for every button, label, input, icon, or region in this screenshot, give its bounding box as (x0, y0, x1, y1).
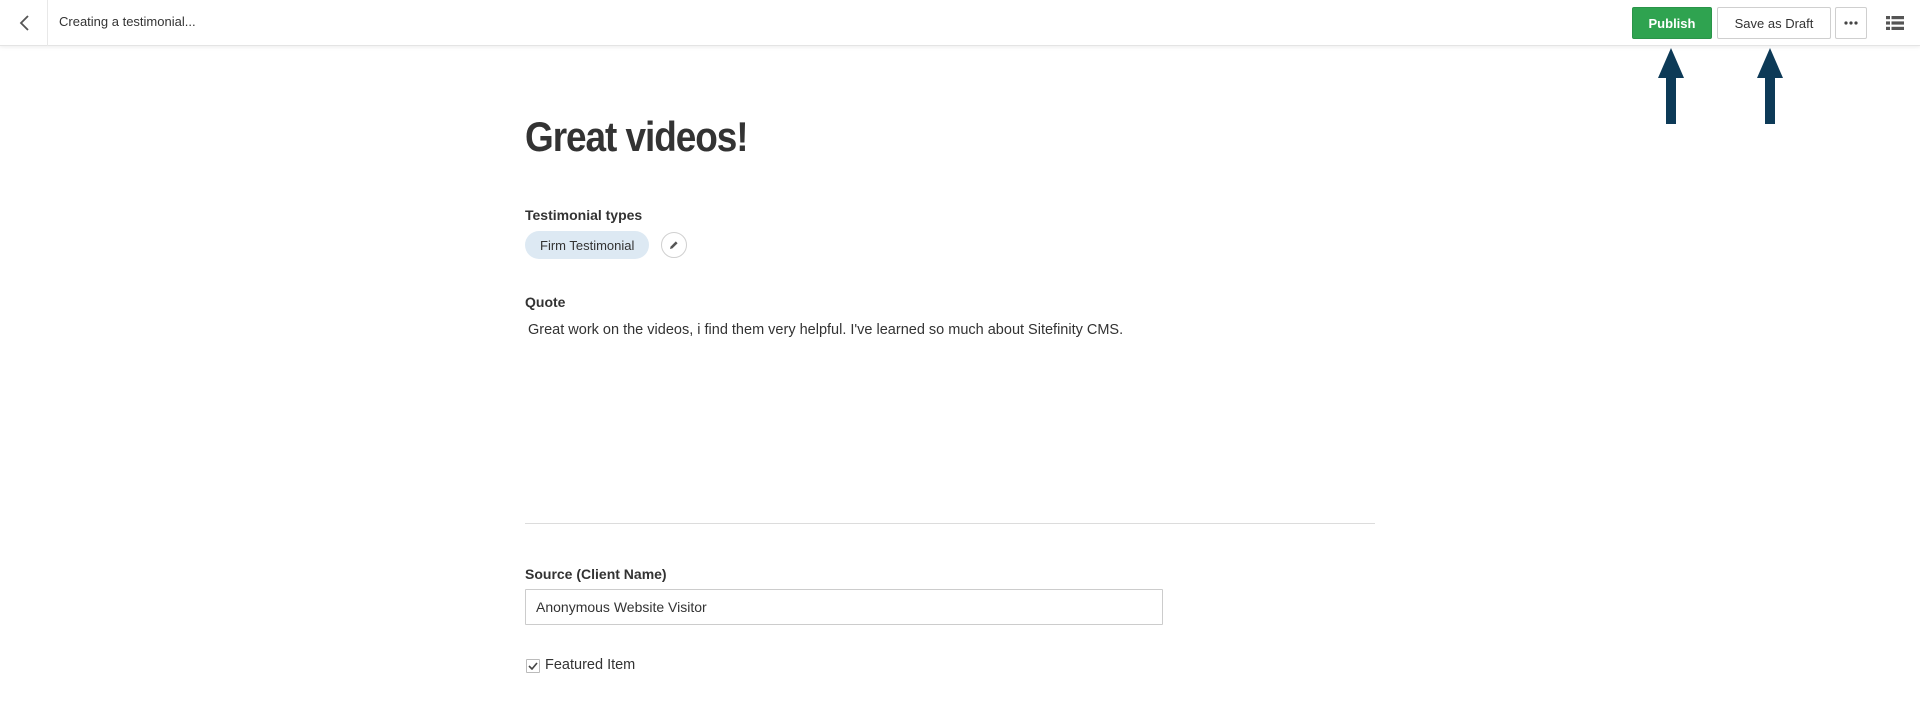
save-as-draft-button[interactable]: Save as Draft (1717, 7, 1831, 39)
window-title: Creating a testimonial... (59, 14, 196, 29)
back-button[interactable] (0, 0, 48, 46)
annotation-arrow-icon (1658, 48, 1684, 124)
annotation-arrow-icon (1757, 48, 1783, 124)
source-input[interactable] (525, 589, 1163, 625)
featured-item-checkbox[interactable] (526, 659, 540, 673)
publish-button[interactable]: Publish (1632, 7, 1712, 39)
section-divider (525, 523, 1375, 524)
ellipsis-icon (1844, 21, 1858, 25)
source-label: Source (Client Name) (525, 566, 667, 582)
more-options-button[interactable] (1835, 7, 1867, 39)
list-view-button[interactable] (1881, 10, 1909, 36)
featured-item-label: Featured Item (545, 657, 636, 673)
top-toolbar: Creating a testimonial... Publish Save a… (0, 0, 1920, 46)
checkmark-icon (528, 662, 538, 670)
list-view-icon (1886, 16, 1904, 30)
edit-types-button[interactable] (661, 232, 687, 258)
testimonial-types-label: Testimonial types (525, 207, 643, 223)
chevron-left-icon (19, 15, 29, 31)
quote-text[interactable]: Great work on the videos, i find them ve… (528, 322, 1123, 338)
pencil-icon (670, 241, 678, 249)
quote-label: Quote (525, 294, 566, 310)
testimonial-type-chip[interactable]: Firm Testimonial (525, 231, 650, 259)
item-title[interactable]: Great videos! (525, 113, 749, 161)
